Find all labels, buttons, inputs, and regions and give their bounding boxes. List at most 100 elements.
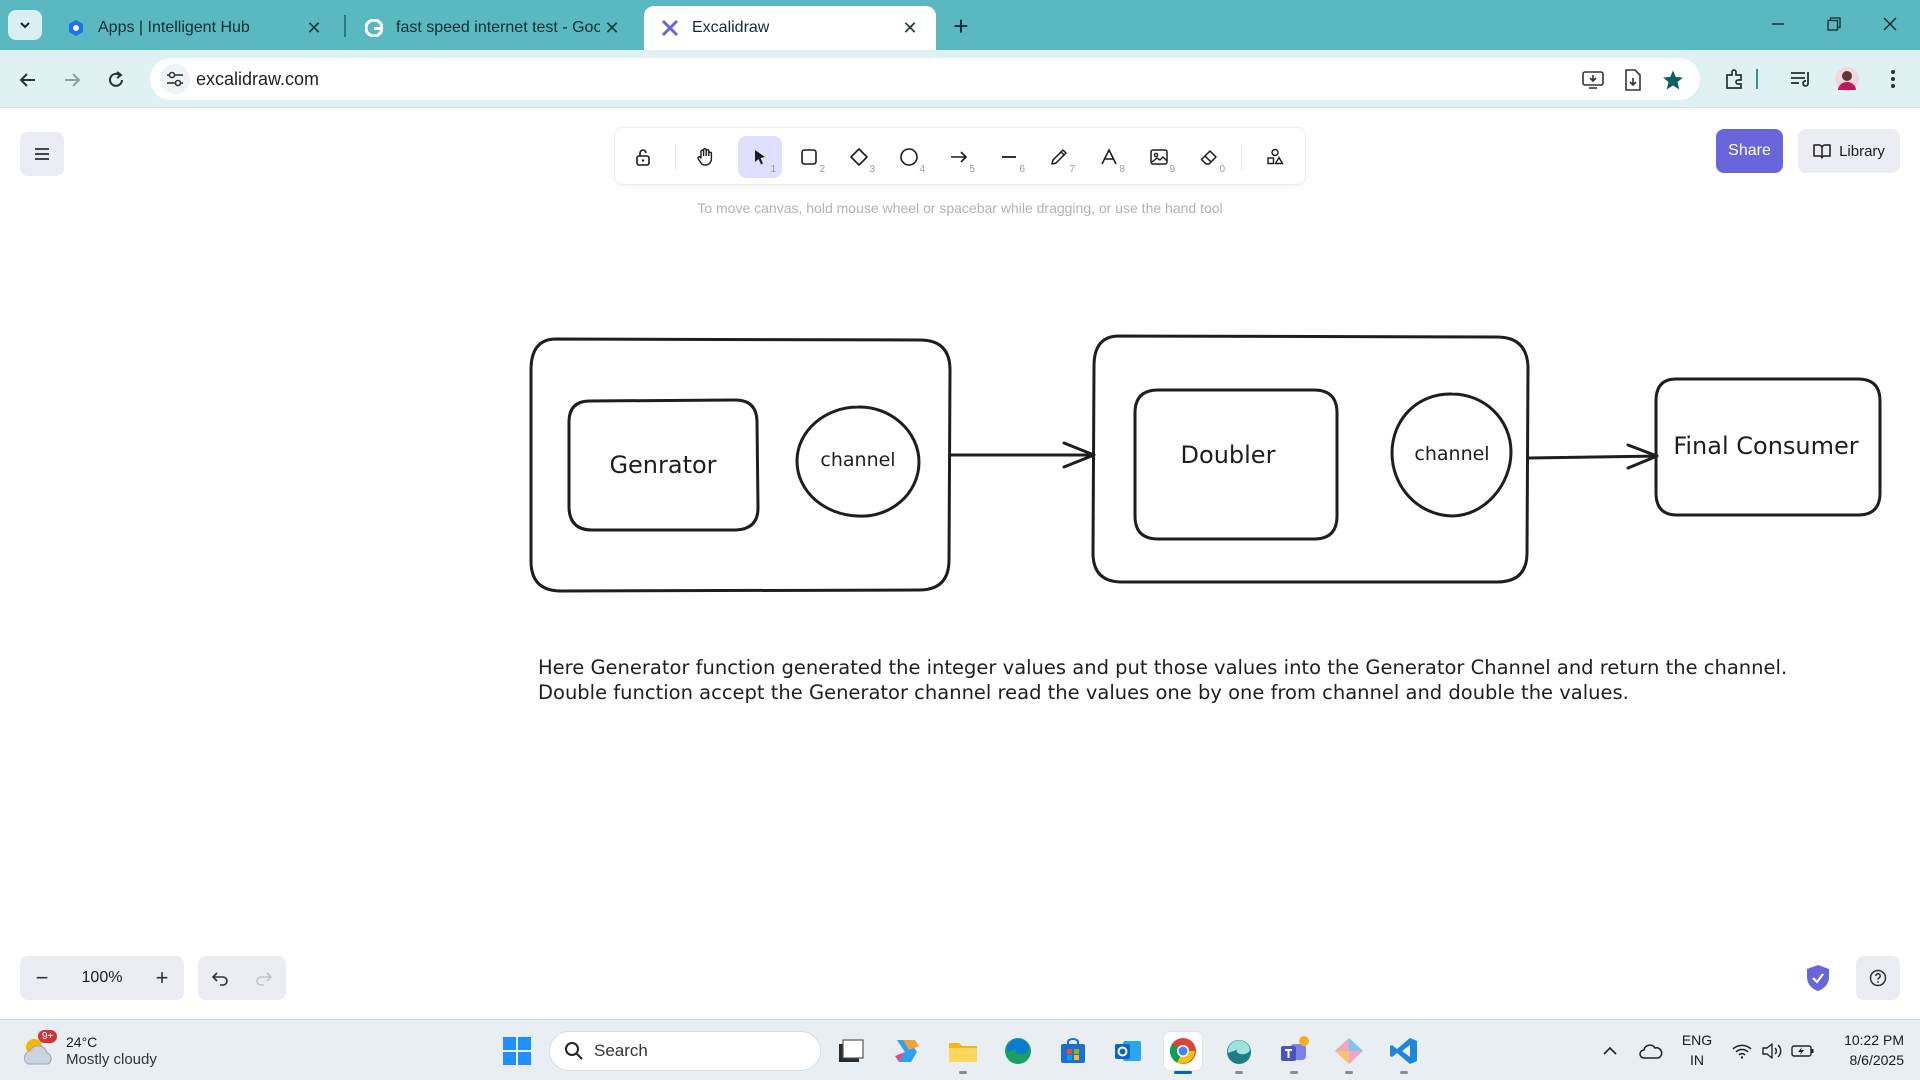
text-tool-button[interactable]: 8: [1087, 136, 1131, 178]
close-icon[interactable]: ✕: [600, 16, 624, 40]
restore-icon: [1827, 17, 1841, 31]
wifi-tray[interactable]: [1730, 1036, 1754, 1066]
rectangle-tool-button[interactable]: 2: [787, 136, 831, 178]
tab-title: Excalidraw: [692, 19, 770, 36]
search-icon: [565, 1042, 583, 1060]
diamond-tool-button[interactable]: 3: [837, 136, 881, 178]
rectangle-icon: [801, 149, 817, 165]
profile-avatar[interactable]: [1830, 62, 1864, 96]
folder-icon: [949, 1043, 977, 1062]
pencil-icon: [1051, 149, 1067, 165]
close-window-button[interactable]: [1870, 8, 1910, 40]
tool-shortcut: 4: [919, 164, 925, 175]
active-indicator: [1174, 1071, 1192, 1074]
toolbar-divider: [1752, 62, 1762, 96]
task-view-app[interactable]: [832, 1032, 870, 1070]
hand-tool-button[interactable]: [683, 136, 727, 178]
back-button[interactable]: [10, 62, 46, 98]
extra-tools-button[interactable]: [1253, 136, 1297, 178]
bookmark-star-icon[interactable]: [1660, 67, 1686, 93]
zoom-out-button[interactable]: −: [20, 956, 64, 1000]
address-bar[interactable]: excalidraw.com: [150, 58, 1700, 100]
speaker-icon: [1762, 1043, 1782, 1059]
close-icon[interactable]: ✕: [302, 16, 326, 40]
copilot-app[interactable]: [888, 1032, 926, 1070]
battery-tray[interactable]: [1790, 1036, 1816, 1066]
store-app[interactable]: [1054, 1032, 1092, 1070]
reload-button[interactable]: [98, 62, 134, 98]
draw-tool-button[interactable]: 7: [1037, 136, 1081, 178]
extensions-icon[interactable]: [1718, 62, 1752, 96]
eraser-tool-button[interactable]: 0: [1187, 136, 1231, 178]
hamburger-icon: [35, 148, 49, 160]
site-info-icon[interactable]: [160, 64, 190, 94]
weather-condition: Mostly cloudy: [66, 1051, 157, 1068]
tab-excalidraw[interactable]: Excalidraw ✕: [644, 6, 936, 50]
chrome-app[interactable]: [1164, 1032, 1202, 1074]
new-tab-button[interactable]: +: [946, 11, 976, 41]
browser-menu-icon[interactable]: [1876, 62, 1910, 96]
reload-icon: [109, 71, 123, 87]
weather-widget[interactable]: 9+ 24°C Mostly cloudy: [20, 1030, 157, 1072]
main-menu-button[interactable]: [20, 132, 64, 176]
wifi-icon: [1732, 1044, 1752, 1059]
vscode-app[interactable]: [1385, 1032, 1423, 1074]
arrow-doubler-to-consumer: [1527, 454, 1659, 460]
zoom-in-button[interactable]: +: [140, 956, 184, 1000]
show-hidden-icons-button[interactable]: [1598, 1036, 1622, 1066]
line-tool-button[interactable]: 6: [987, 136, 1031, 178]
generator-label: Genrator: [609, 451, 716, 479]
windows-logo-icon: [503, 1037, 531, 1065]
edge-profile-app[interactable]: [1220, 1032, 1258, 1074]
forward-button[interactable]: [54, 62, 90, 98]
intelligent-hub-icon: [66, 18, 86, 38]
doubler-label: Doubler: [1181, 441, 1276, 469]
text-icon: [1101, 148, 1117, 165]
final-consumer-label: Final Consumer: [1673, 432, 1858, 460]
lock-tool-button[interactable]: [621, 136, 665, 178]
undo-icon: [211, 972, 228, 986]
encryption-shield-icon[interactable]: [1806, 964, 1830, 992]
ellipse-tool-button[interactable]: 4: [887, 136, 931, 178]
onedrive-tray[interactable]: [1636, 1036, 1666, 1066]
save-page-icon[interactable]: [1620, 67, 1646, 93]
help-button[interactable]: [1856, 956, 1900, 1000]
teams-app[interactable]: [1275, 1032, 1313, 1074]
note-line-1: Here Generator function generated the in…: [538, 656, 1787, 679]
arrow-right-icon: [951, 151, 968, 163]
tab-intelligent-hub[interactable]: Apps | Intelligent Hub ✕: [50, 6, 340, 50]
tab-speed-test[interactable]: fast speed internet test - Googl ✕: [348, 6, 638, 50]
file-explorer-app[interactable]: [944, 1032, 982, 1074]
restore-button[interactable]: [1814, 8, 1854, 40]
ellipse-icon: [900, 148, 918, 166]
undo-button[interactable]: [198, 956, 242, 1000]
tab-search-button[interactable]: [8, 10, 42, 40]
drawing-canvas[interactable]: Genrator channel Doubler channel Final C…: [0, 108, 1920, 1019]
outlook-app[interactable]: [1109, 1032, 1147, 1070]
zoom-level[interactable]: 100%: [64, 969, 140, 987]
region-code: IN: [1690, 1052, 1704, 1068]
minimize-icon: [1772, 23, 1784, 25]
taskbar-search[interactable]: Search: [549, 1031, 821, 1071]
task-view-icon: [839, 1039, 864, 1062]
selection-tool-button[interactable]: 1: [738, 136, 782, 178]
system-clock[interactable]: 10:22 PM 8/6/2025: [1822, 1030, 1904, 1070]
git-app[interactable]: [1330, 1032, 1368, 1074]
library-button[interactable]: Library: [1798, 129, 1900, 173]
book-icon: [1813, 144, 1831, 159]
edge-app[interactable]: [999, 1032, 1037, 1070]
language-indicator[interactable]: ENG IN: [1680, 1030, 1714, 1070]
note-line-2: Double function accept the Generator cha…: [538, 681, 1629, 704]
clock-date: 8/6/2025: [1849, 1052, 1905, 1068]
install-app-icon[interactable]: [1580, 67, 1606, 93]
share-button[interactable]: Share: [1716, 129, 1783, 173]
close-icon[interactable]: ✕: [898, 16, 922, 40]
media-controls-icon[interactable]: [1784, 62, 1818, 96]
redo-button[interactable]: [242, 956, 286, 1000]
start-button[interactable]: [498, 1032, 536, 1070]
tool-shortcut: 7: [1069, 164, 1075, 175]
minimize-button[interactable]: [1758, 8, 1798, 40]
image-tool-button[interactable]: 9: [1137, 136, 1181, 178]
volume-tray[interactable]: [1760, 1036, 1784, 1066]
arrow-tool-button[interactable]: 5: [937, 136, 981, 178]
